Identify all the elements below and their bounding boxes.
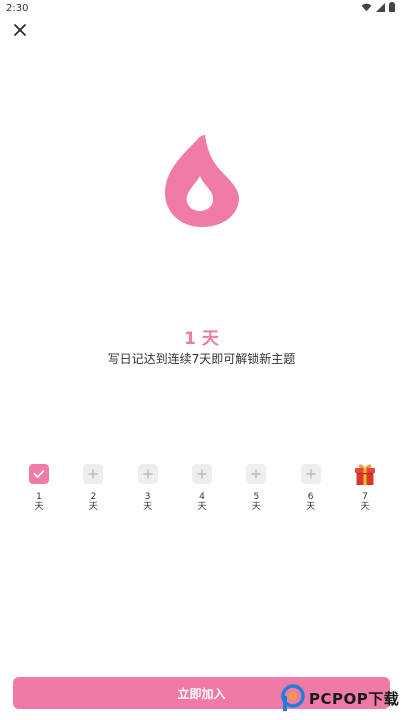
- day-item-4: 4 天: [187, 464, 217, 524]
- day-item-1: 1 天: [24, 464, 54, 524]
- day-number: 5: [253, 492, 260, 502]
- status-bar: 2:30: [0, 0, 403, 18]
- day-unit: 天: [34, 502, 44, 512]
- plus-icon: [142, 469, 153, 479]
- day-item-5: 5 天: [241, 464, 271, 524]
- day-checkbox-locked: [191, 464, 212, 484]
- streak-count: 1 天: [184, 329, 219, 349]
- day-unit: 天: [143, 502, 153, 512]
- day-checkbox-locked: [246, 464, 267, 484]
- wifi-icon: [361, 3, 372, 11]
- day-checkbox-locked: [137, 464, 158, 484]
- plus-icon: [305, 469, 316, 479]
- gift-icon: [354, 464, 375, 485]
- day-item-6: 6 天: [296, 464, 326, 524]
- close-button[interactable]: [10, 20, 30, 40]
- day-checkbox-locked: [83, 464, 104, 484]
- day-unit: 天: [306, 502, 316, 512]
- day-number: 6: [307, 492, 314, 502]
- day-checkbox-done: [29, 464, 49, 484]
- plus-icon: [88, 469, 99, 479]
- day-item-7: 7 天: [350, 464, 380, 524]
- day-number: 3: [144, 492, 151, 502]
- signal-icon: [376, 2, 385, 12]
- day-number: 2: [90, 492, 97, 502]
- unlock-description: 写日记达到连续7天即可解锁新主题: [107, 352, 296, 366]
- check-icon: [33, 470, 45, 478]
- day-item-3: 3 天: [133, 464, 163, 524]
- pcpop-logo-icon: [281, 684, 305, 711]
- status-time: 2:30: [6, 3, 29, 14]
- close-icon: [14, 24, 26, 36]
- status-icons: [361, 2, 395, 12]
- streak-days: 1 天 2 天 3 天 4 天 5 天 6 天 7 天: [24, 464, 380, 524]
- day-unit: 天: [197, 502, 207, 512]
- day-item-2: 2 天: [78, 464, 108, 524]
- day-unit: 天: [88, 502, 98, 512]
- day-number: 7: [362, 492, 368, 502]
- day-unit: 天: [360, 502, 370, 512]
- day-number: 1: [36, 492, 42, 502]
- watermark-text: PCPOP下载: [309, 689, 400, 708]
- battery-icon: [389, 2, 395, 12]
- plus-icon: [251, 469, 262, 479]
- day-reward: [353, 462, 377, 486]
- day-unit: 天: [251, 502, 261, 512]
- day-number: 4: [199, 492, 205, 502]
- flame-icon: [165, 135, 239, 227]
- plus-icon: [197, 469, 207, 479]
- day-checkbox-locked: [300, 464, 321, 484]
- watermark: PCPOP下载: [280, 684, 399, 712]
